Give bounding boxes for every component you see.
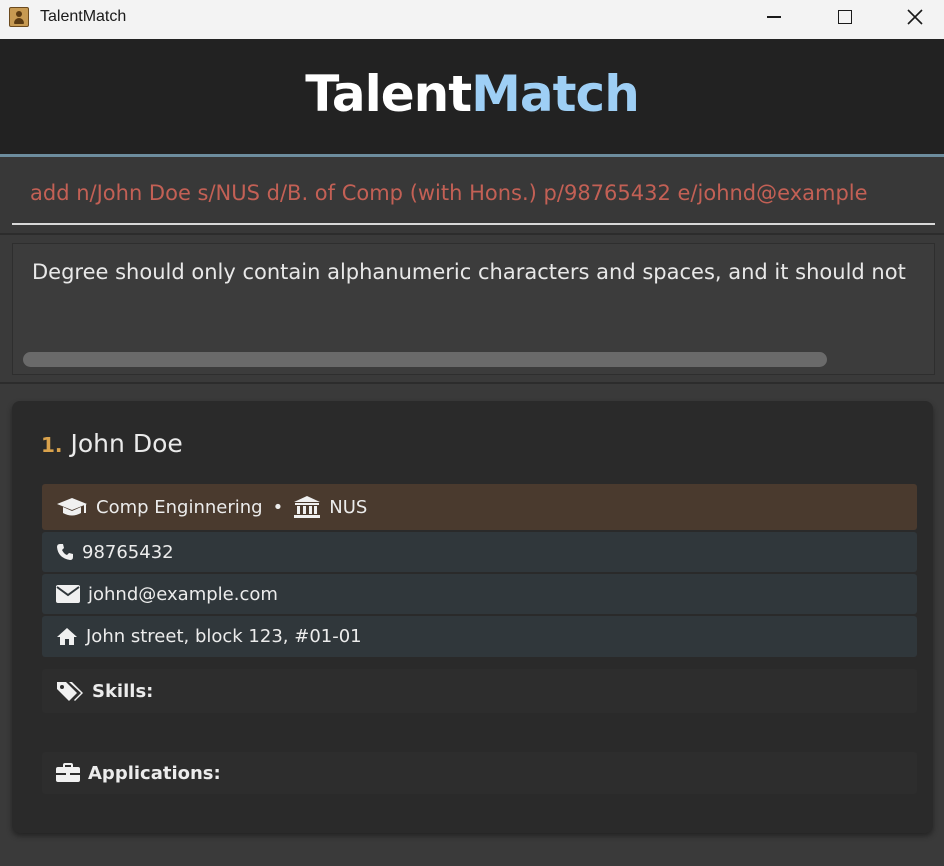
- skills-row: Skills:: [42, 669, 917, 713]
- email-row: johnd@example.com: [42, 574, 917, 614]
- applications-row: Applications:: [42, 752, 917, 794]
- skills-label: Skills:: [92, 680, 154, 702]
- separator-dot: •: [272, 496, 284, 518]
- person-name: John Doe: [70, 429, 183, 458]
- degree-text: Comp Enginnering: [96, 496, 263, 518]
- address-text: John street, block 123, #01-01: [86, 626, 362, 647]
- home-icon: [56, 627, 78, 646]
- phone-row: 98765432: [42, 532, 917, 572]
- tags-icon: [56, 680, 84, 702]
- maximize-button[interactable]: [822, 0, 868, 34]
- result-display: Degree should only contain alphanumeric …: [12, 243, 935, 375]
- university-icon: [293, 495, 321, 519]
- address-row: John street, block 123, #01-01: [42, 616, 917, 657]
- applications-label: Applications:: [88, 762, 221, 784]
- school-text: NUS: [329, 496, 368, 518]
- person-index: 1.: [41, 433, 63, 457]
- minimize-icon: [767, 16, 781, 18]
- phone-text: 98765432: [82, 541, 174, 563]
- app-brand-title: TalentMatch: [0, 65, 944, 123]
- command-input[interactable]: [12, 163, 935, 225]
- person-list-panel: 1. John Doe Comp Enginnering • NUS 98765…: [0, 384, 944, 866]
- window-titlebar: TalentMatch: [0, 0, 944, 39]
- person-card-header: 1. John Doe: [41, 429, 183, 458]
- graduation-cap-icon: [56, 496, 88, 518]
- result-message: Degree should only contain alphanumeric …: [32, 260, 906, 284]
- education-row: Comp Enginnering • NUS: [42, 484, 917, 530]
- phone-icon: [56, 543, 74, 561]
- email-text: johnd@example.com: [88, 583, 278, 605]
- divider: [0, 233, 944, 235]
- envelope-icon: [56, 585, 80, 603]
- window-title: TalentMatch: [40, 8, 127, 25]
- app-header: TalentMatch: [0, 39, 944, 155]
- brand-part-match: Match: [471, 65, 640, 123]
- command-box: [0, 157, 944, 233]
- briefcase-icon: [56, 763, 80, 783]
- close-button[interactable]: [892, 0, 938, 34]
- brand-part-talent: Talent: [305, 65, 472, 123]
- close-icon: [907, 9, 923, 25]
- horizontal-scrollbar[interactable]: [23, 352, 827, 367]
- minimize-button[interactable]: [751, 0, 797, 34]
- app-icon: [9, 7, 29, 27]
- person-card[interactable]: 1. John Doe Comp Enginnering • NUS 98765…: [12, 401, 933, 833]
- maximize-icon: [838, 10, 852, 24]
